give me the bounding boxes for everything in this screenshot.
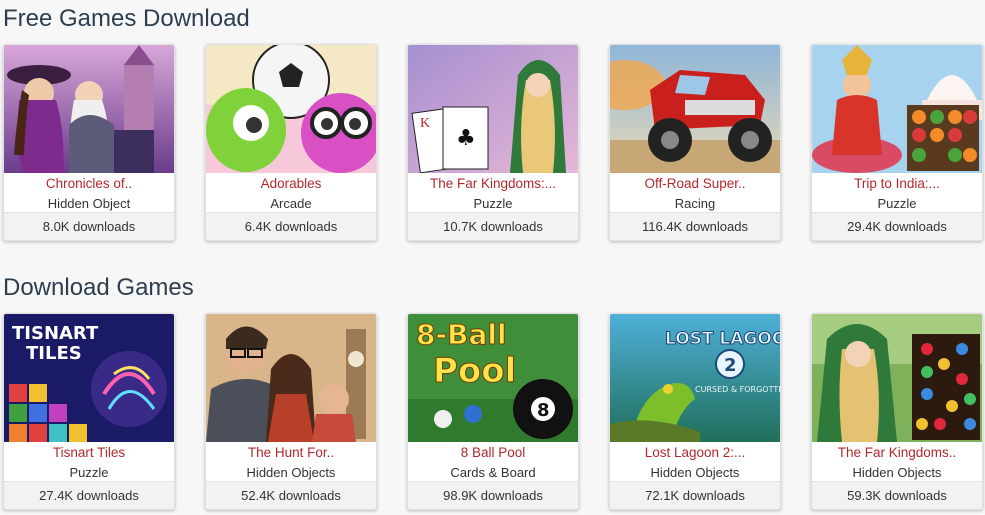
tisnart-art-line-2: TILES bbox=[26, 343, 82, 364]
game-card-8-ball-pool[interactable]: 8 8-Ball Pool 8 Ball Pool Cards & Board … bbox=[407, 313, 579, 510]
download-count: 27.4K downloads bbox=[4, 481, 174, 509]
game-genre: Hidden Objects bbox=[246, 465, 336, 480]
game-thumbnail-trip-to-india[interactable] bbox=[812, 45, 982, 173]
lagoon-art-subtitle: CURSED & FORGOTTEN bbox=[695, 385, 780, 394]
game-genre: Hidden Object bbox=[47, 196, 131, 211]
section-title-download-games: Download Games bbox=[3, 274, 194, 301]
game-title[interactable]: 8 Ball Pool bbox=[408, 443, 578, 463]
download-count: 59.3K downloads bbox=[812, 481, 982, 509]
game-title[interactable]: The Hunt For.. bbox=[206, 443, 376, 463]
game-thumbnail-far-kingdoms-2[interactable] bbox=[812, 314, 982, 442]
svg-text:♣: ♣ bbox=[456, 126, 476, 151]
game-title[interactable]: Off-Road Super.. bbox=[610, 174, 780, 194]
game-genre: Puzzle bbox=[877, 196, 917, 211]
games-grid-free: Chronicles of.. Hidden Object 8.0K downl… bbox=[3, 44, 983, 241]
download-count: 72.1K downloads bbox=[610, 481, 780, 509]
game-thumbnail-off-road[interactable] bbox=[610, 45, 780, 173]
download-count: 98.9K downloads bbox=[408, 481, 578, 509]
game-title[interactable]: The Far Kingdoms:... bbox=[408, 174, 578, 194]
lagoon-art-title: LOST LAGOON bbox=[665, 329, 780, 349]
game-thumbnail-chronicles[interactable] bbox=[4, 45, 174, 173]
svg-text:8: 8 bbox=[537, 400, 550, 421]
svg-text:K: K bbox=[420, 116, 430, 131]
download-count: 29.4K downloads bbox=[812, 212, 982, 240]
download-count: 6.4K downloads bbox=[206, 212, 376, 240]
download-count: 8.0K downloads bbox=[4, 212, 174, 240]
game-thumbnail-hunt-for[interactable] bbox=[206, 314, 376, 442]
game-thumbnail-8-ball-pool[interactable]: 8 8-Ball Pool bbox=[408, 314, 578, 442]
game-thumbnail-far-kingdoms[interactable]: K ♣ bbox=[408, 45, 578, 173]
game-genre: Racing bbox=[674, 196, 716, 211]
game-title[interactable]: Tisnart Tiles bbox=[4, 443, 174, 463]
game-genre: Hidden Objects bbox=[852, 465, 942, 480]
download-count: 10.7K downloads bbox=[408, 212, 578, 240]
game-genre: Arcade bbox=[270, 196, 312, 211]
game-title[interactable]: Lost Lagoon 2:... bbox=[610, 443, 780, 463]
game-title[interactable]: Chronicles of.. bbox=[4, 174, 174, 194]
game-genre: Cards & Board bbox=[450, 465, 536, 480]
game-card-off-road[interactable]: Off-Road Super.. Racing 116.4K downloads bbox=[609, 44, 781, 241]
game-card-far-kingdoms-2[interactable]: The Far Kingdoms.. Hidden Objects 59.3K … bbox=[811, 313, 983, 510]
game-card-chronicles[interactable]: Chronicles of.. Hidden Object 8.0K downl… bbox=[3, 44, 175, 241]
game-title[interactable]: Adorables bbox=[206, 174, 376, 194]
game-card-lost-lagoon[interactable]: LOST LAGOON 2 CURSED & FORGOTTEN Lost La… bbox=[609, 313, 781, 510]
game-thumbnail-adorables[interactable] bbox=[206, 45, 376, 173]
game-card-tisnart-tiles[interactable]: TISNART TILES Tisnart Tiles Puzzle 27.4K… bbox=[3, 313, 175, 510]
game-title[interactable]: The Far Kingdoms.. bbox=[812, 443, 982, 463]
svg-text:2: 2 bbox=[724, 355, 737, 376]
game-card-far-kingdoms[interactable]: K ♣ The Far Kingdoms:... Puzzle 10.7K do… bbox=[407, 44, 579, 241]
game-thumbnail-lost-lagoon[interactable]: LOST LAGOON 2 CURSED & FORGOTTEN bbox=[610, 314, 780, 442]
game-genre: Puzzle bbox=[473, 196, 513, 211]
game-title[interactable]: Trip to India:... bbox=[812, 174, 982, 194]
game-genre: Puzzle bbox=[69, 465, 109, 480]
pool-art-line-1: 8-Ball bbox=[416, 318, 507, 351]
game-card-trip-to-india[interactable]: Trip to India:... Puzzle 29.4K downloads bbox=[811, 44, 983, 241]
download-count: 116.4K downloads bbox=[610, 212, 780, 240]
download-count: 52.4K downloads bbox=[206, 481, 376, 509]
games-grid-download: TISNART TILES Tisnart Tiles Puzzle 27.4K… bbox=[3, 313, 983, 510]
game-card-hunt-for[interactable]: The Hunt For.. Hidden Objects 52.4K down… bbox=[205, 313, 377, 510]
tisnart-art-line-1: TISNART bbox=[12, 323, 99, 344]
pool-art-line-2: Pool bbox=[433, 351, 516, 391]
game-genre: Hidden Objects bbox=[650, 465, 740, 480]
section-title-free-games: Free Games Download bbox=[3, 5, 250, 32]
game-card-adorables[interactable]: Adorables Arcade 6.4K downloads bbox=[205, 44, 377, 241]
game-thumbnail-tisnart-tiles[interactable]: TISNART TILES bbox=[4, 314, 174, 442]
